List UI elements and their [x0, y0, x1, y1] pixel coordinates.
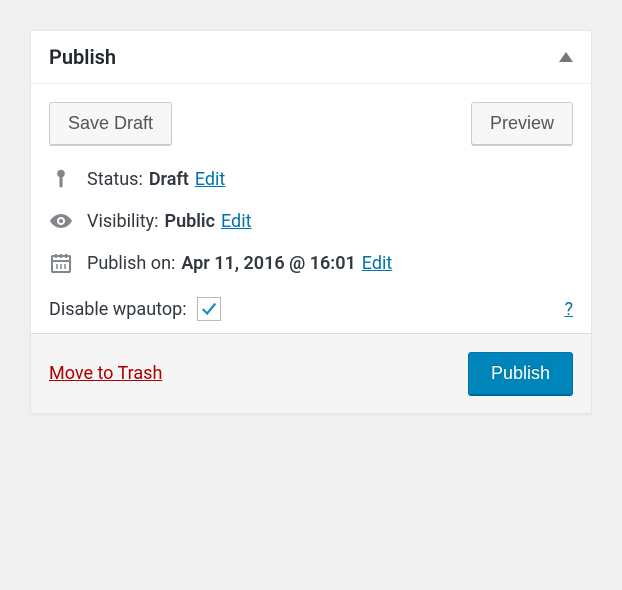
wpautop-checkbox[interactable]: [197, 297, 221, 321]
wpautop-label: Disable wpautop:: [49, 299, 187, 320]
wpautop-row: Disable wpautop: ?: [49, 297, 573, 321]
visibility-label: Visibility:: [87, 211, 159, 232]
key-icon: [49, 167, 73, 191]
visibility-row: Visibility: Public Edit: [49, 209, 573, 233]
major-actions: Move to Trash Publish: [31, 333, 591, 413]
schedule-row: Publish on: Apr 11, 2016 @ 16:01 Edit: [49, 251, 573, 275]
wpautop-help-link[interactable]: ?: [564, 299, 573, 320]
move-to-trash-link[interactable]: Move to Trash: [49, 363, 162, 384]
minor-actions: Save Draft Preview: [49, 102, 573, 145]
status-edit-link[interactable]: Edit: [195, 169, 225, 190]
panel-title: Publish: [49, 45, 116, 69]
save-draft-button[interactable]: Save Draft: [49, 102, 172, 145]
status-value: Draft: [149, 169, 189, 190]
schedule-label: Publish on:: [87, 253, 175, 274]
visibility-value: Public: [165, 211, 215, 232]
schedule-value: Apr 11, 2016 @ 16:01: [181, 253, 355, 274]
status-row: Status: Draft Edit: [49, 167, 573, 191]
metabox-body: Save Draft Preview Status: Draft Edit Vi…: [31, 84, 591, 333]
publish-metabox: Publish Save Draft Preview Status: Draft…: [30, 30, 592, 414]
publish-button[interactable]: Publish: [468, 352, 573, 395]
preview-button[interactable]: Preview: [471, 102, 573, 145]
collapse-triangle-icon: [559, 52, 573, 62]
calendar-icon: [49, 251, 73, 275]
eye-icon: [49, 209, 73, 233]
checkmark-icon: [200, 300, 218, 318]
status-label: Status:: [87, 169, 143, 190]
schedule-edit-link[interactable]: Edit: [362, 253, 392, 274]
visibility-edit-link[interactable]: Edit: [221, 211, 251, 232]
metabox-header[interactable]: Publish: [31, 31, 591, 84]
